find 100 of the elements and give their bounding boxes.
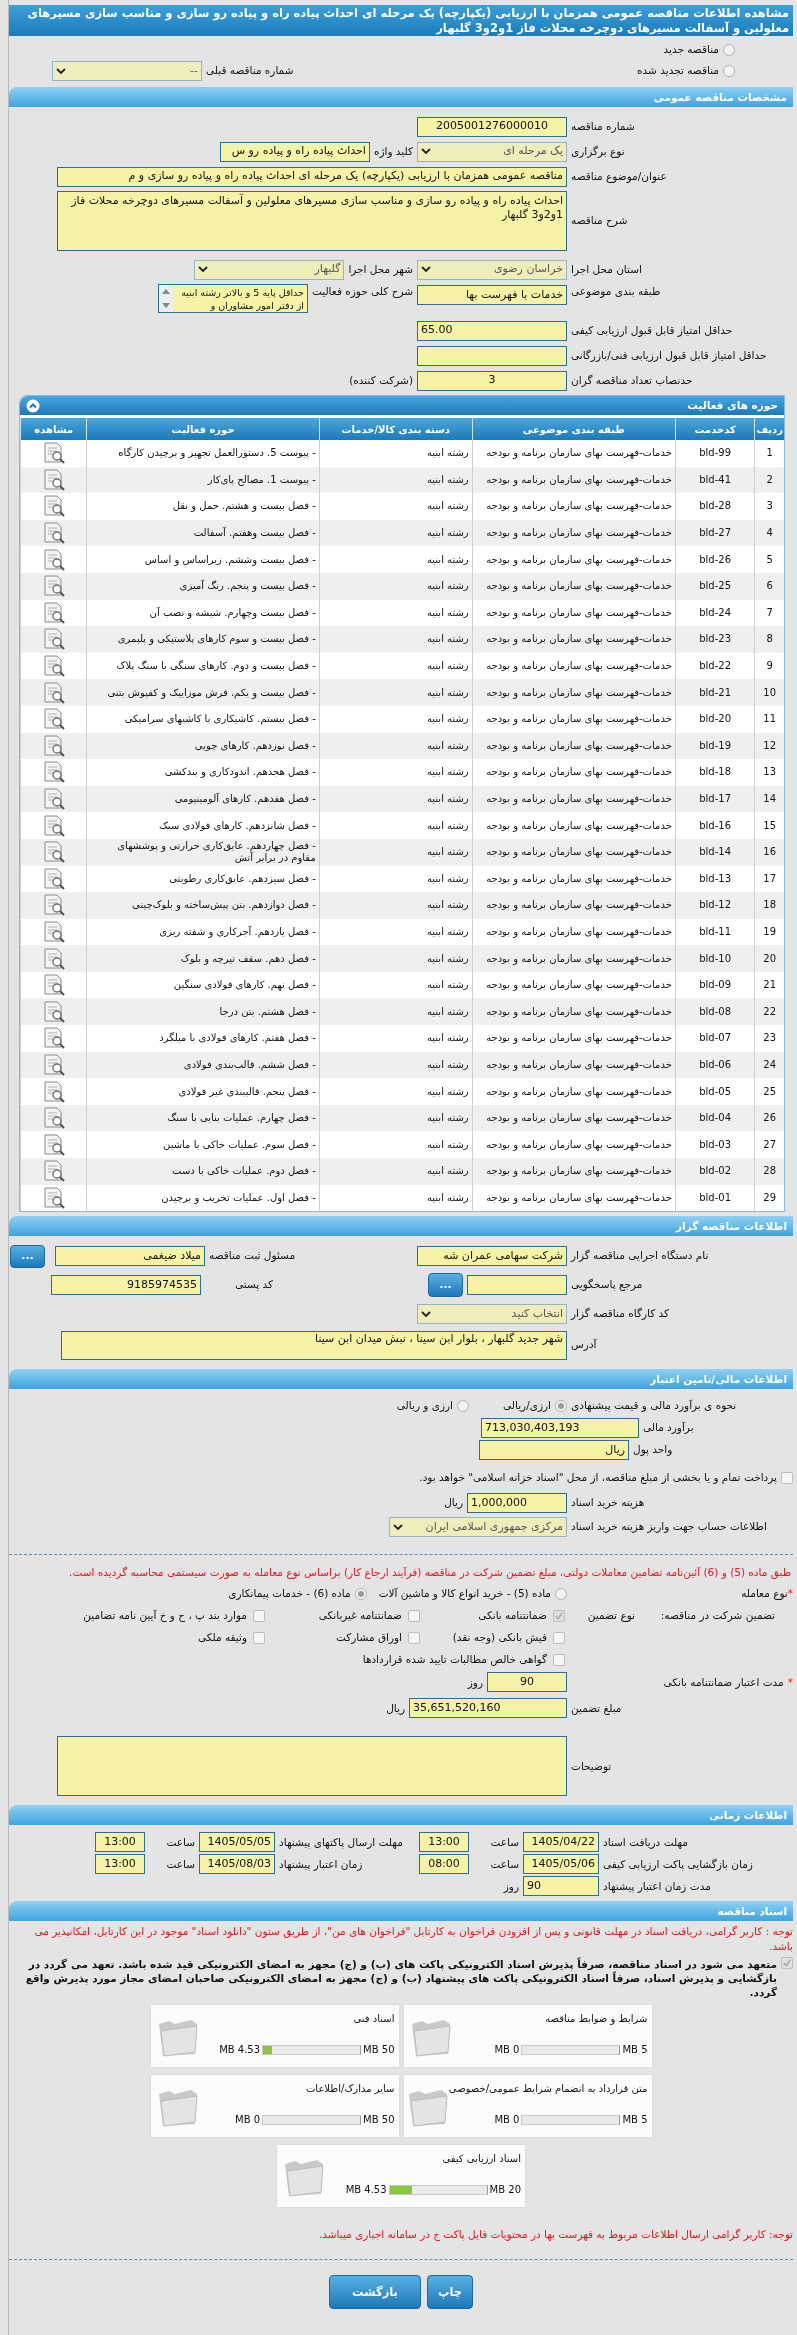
checkbox[interactable]	[553, 1653, 565, 1666]
more-button[interactable]: ...	[10, 1244, 45, 1268]
view-details-icon[interactable]	[41, 840, 66, 865]
checkbox[interactable]	[553, 1631, 565, 1644]
view-details-icon[interactable]	[41, 627, 66, 652]
view-details-icon[interactable]	[41, 1079, 66, 1104]
input-field[interactable]: 13:00	[95, 1832, 145, 1853]
text-area[interactable]	[57, 1736, 567, 1797]
input-field[interactable]: 13:00	[95, 1854, 145, 1875]
view-details-icon[interactable]	[41, 707, 66, 732]
input-field[interactable]: 13:00	[419, 1832, 469, 1853]
input-field[interactable]: مناقصه عمومی همزمان با ارزیابی (یکپارچه) یک مرحله ای احداث پیاده راه و پیاده رو سازی و م	[57, 166, 567, 187]
input-field[interactable]	[467, 1275, 567, 1296]
table-cell: رشته ابنیه	[319, 1078, 473, 1105]
checkbox-label: فیش بانکی (وجه نقد)	[452, 1629, 547, 1646]
input-field[interactable]: 1405/04/22	[523, 1832, 599, 1853]
input-field[interactable]: 9185974535	[51, 1275, 201, 1296]
view-details-icon[interactable]	[41, 654, 66, 679]
view-details-icon[interactable]	[41, 1052, 66, 1077]
radio-button[interactable]	[555, 1400, 567, 1413]
field-label: استان محل اجرا	[571, 261, 643, 278]
input-field[interactable]: 65.00	[417, 320, 567, 341]
table-cell: خدمات-فهرست بهای سازمان برنامه و بودجه	[472, 572, 676, 600]
view-details-icon[interactable]	[41, 680, 66, 705]
radio-label: ماده (6) - خدمات پیمانکاری	[228, 1586, 351, 1602]
input-field[interactable]: ریال	[479, 1440, 629, 1461]
checkbox[interactable]	[553, 1610, 565, 1623]
dropdown[interactable]: خراسان رضوی	[417, 259, 567, 280]
list-box[interactable]: حداقل پایه 5 و بالاتر رشته ابنیه از دفتر امور مشاوران و	[157, 284, 308, 313]
view-details-icon[interactable]	[41, 787, 66, 811]
input-field[interactable]: 3	[417, 370, 567, 391]
view-details-icon[interactable]	[41, 574, 66, 599]
input-field[interactable]: احداث پیاده راه و پیاده رو س	[219, 141, 370, 162]
checkbox[interactable]	[253, 1631, 265, 1644]
checkbox[interactable]	[408, 1631, 420, 1644]
view-details-icon[interactable]	[41, 1159, 66, 1184]
checkbox[interactable]	[781, 1472, 793, 1485]
view-details-icon[interactable]	[41, 893, 66, 918]
input-field[interactable]: 90	[523, 1876, 599, 1897]
view-details-icon[interactable]	[41, 441, 66, 466]
input-field[interactable]: 713,030,403,193	[481, 1418, 639, 1439]
field-label: شماره مناقصه	[571, 118, 636, 135]
table-cell: bld-26	[675, 546, 755, 573]
dropdown[interactable]: --	[52, 61, 202, 81]
view-details-icon[interactable]	[41, 999, 66, 1024]
radio-button[interactable]	[723, 44, 735, 56]
input-field[interactable]: شرکت سهامی عمران شه	[417, 1246, 567, 1267]
back-button[interactable]: بازگشت	[329, 2275, 421, 2310]
view-details-icon[interactable]	[41, 813, 66, 838]
input-field[interactable]: 1405/08/03	[199, 1854, 275, 1875]
view-details-icon[interactable]	[41, 521, 66, 546]
input-field[interactable]: 35,651,520,160	[409, 1698, 567, 1719]
view-details-icon[interactable]	[41, 547, 66, 572]
dropdown[interactable]: مرکزی جمهوری اسلامی ایران	[389, 1517, 567, 1538]
size-used: 0 MB	[235, 2113, 261, 2128]
view-details-icon[interactable]	[41, 946, 66, 971]
checkbox[interactable]	[253, 1610, 265, 1623]
dropdown[interactable]: انتخاب کنید	[417, 1304, 567, 1325]
view-details-icon[interactable]	[41, 467, 66, 492]
table-cell: رشته ابنیه	[319, 1025, 473, 1052]
table-cell: خدمات-فهرست بهای سازمان برنامه و بودجه	[472, 892, 676, 919]
view-details-icon[interactable]	[41, 1106, 66, 1131]
view-details-icon[interactable]	[41, 1026, 66, 1051]
dropdown[interactable]: یک مرحله ای	[417, 141, 567, 162]
radio-button[interactable]	[723, 65, 735, 77]
table-cell: رشته ابنیه	[319, 546, 473, 573]
input-field[interactable]	[417, 345, 567, 366]
view-details-icon[interactable]	[41, 760, 66, 785]
table-cell: 1	[754, 440, 784, 467]
table-cell: رشته ابنیه	[319, 705, 473, 733]
more-button[interactable]: ...	[428, 1273, 463, 1298]
input-field[interactable]: 08:00	[419, 1854, 469, 1875]
radio-button[interactable]	[354, 1588, 367, 1601]
table-cell: bld-10	[675, 945, 755, 972]
text-area[interactable]: احداث پیاده راه و پیاده رو سازی و مناسب سازی مسیرهای معلولین و آسفالت مسیرهای دوچرخه محلات فاز 1و2و3 گلبهار	[57, 191, 567, 251]
input-field[interactable]: میلاد ضیغمی	[55, 1246, 205, 1267]
radio-button[interactable]	[457, 1400, 470, 1413]
input-field[interactable]: 1405/05/05	[199, 1832, 275, 1853]
view-details-icon[interactable]	[41, 494, 66, 519]
collapse-icon[interactable]	[26, 398, 40, 413]
view-details-icon[interactable]	[41, 1132, 66, 1157]
input-field[interactable]: 1405/05/06	[523, 1854, 599, 1875]
radio-button[interactable]	[555, 1588, 567, 1601]
checkbox[interactable]	[781, 1957, 793, 1970]
view-details-icon[interactable]	[41, 600, 66, 625]
view-details-icon[interactable]	[41, 920, 66, 944]
view-details-icon[interactable]	[41, 866, 66, 891]
checkbox[interactable]	[408, 1610, 420, 1623]
field-label: زمان بازگشایی پاکت ارزیابی کیفی	[603, 1856, 754, 1873]
view-details-icon[interactable]	[41, 973, 66, 998]
view-details-icon[interactable]	[41, 733, 66, 758]
view-details-icon[interactable]	[41, 1185, 66, 1210]
input-field[interactable]: 90	[487, 1672, 567, 1693]
input-field[interactable]: خدمات با فهرست بها	[417, 285, 567, 305]
dropdown[interactable]: گلبهار	[194, 259, 345, 280]
required-mark: *	[787, 1674, 793, 1690]
text-area[interactable]: شهر جدید گلبهار ، بلوار ابن سینا ، نبش میدان ابن سینا	[61, 1330, 567, 1360]
input-field[interactable]: 2005001276000010	[417, 116, 567, 137]
input-field[interactable]: 1,000,000	[467, 1493, 567, 1514]
field-label: شرح مناقصه	[571, 213, 629, 229]
